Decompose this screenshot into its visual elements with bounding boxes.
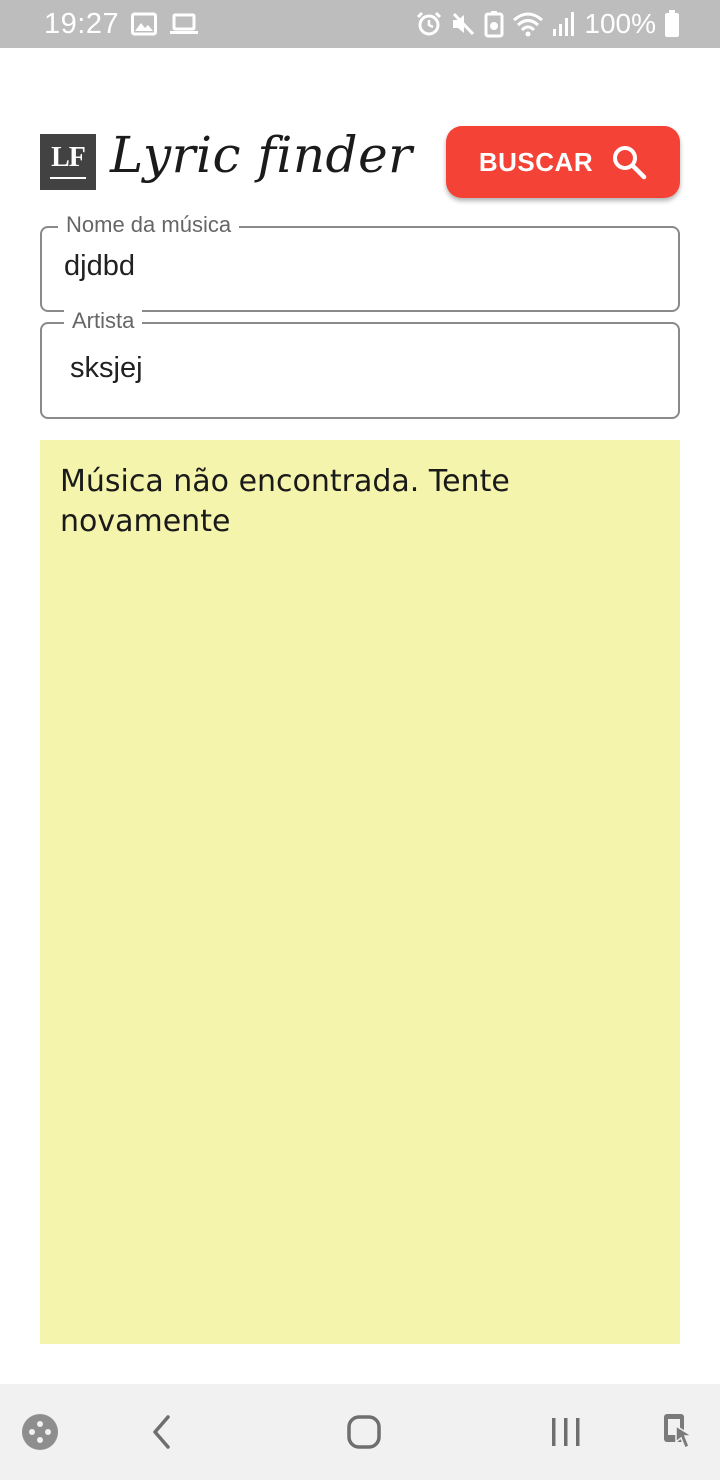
image-icon [131,12,158,36]
app-logo-underline [50,177,86,179]
battery-icon [664,10,680,38]
recents-icon [549,1416,583,1448]
screen-touch-icon [660,1412,700,1452]
wifi-icon [512,11,544,37]
navigation-bar [0,1384,720,1480]
song-name-field[interactable]: Nome da música djdbd [40,212,680,312]
alarm-icon [416,11,442,37]
screen-touch-button[interactable] [640,1384,720,1480]
search-button[interactable]: BUSCAR [446,126,680,198]
status-bar-left: 19:27 [44,0,199,48]
battery-percentage: 100% [584,8,656,39]
recents-button[interactable] [526,1384,606,1480]
game-launcher-button[interactable] [0,1384,80,1480]
song-name-label: Nome da música [58,212,240,238]
lyrics-result-panel: Música não encontrada. Tente novamente [40,440,680,1344]
signal-icon [552,11,576,37]
game-launcher-icon [20,1412,60,1452]
song-name-input[interactable]: djdbd [64,250,135,283]
mute-icon [450,11,476,37]
laptop-icon [169,12,199,36]
artist-input[interactable]: sksjej [70,352,143,385]
app-title: Lyric finder [110,126,413,184]
status-bar-right: 100% [416,0,680,48]
app-logo-text: LF [51,142,86,173]
artist-label: Artista [64,308,143,334]
battery-saver-icon [484,10,504,38]
status-bar: 19:27 100% [0,0,720,48]
search-icon [611,144,647,180]
artist-field[interactable]: Artista sksjej [40,308,680,419]
app-logo: LF [40,134,96,190]
home-icon [346,1414,382,1450]
back-icon [150,1414,174,1450]
back-button[interactable] [122,1384,202,1480]
result-message: Música não encontrada. Tente novamente [60,464,510,539]
home-button[interactable] [324,1384,404,1480]
status-time: 19:27 [44,7,120,40]
search-button-label: BUSCAR [478,146,594,177]
